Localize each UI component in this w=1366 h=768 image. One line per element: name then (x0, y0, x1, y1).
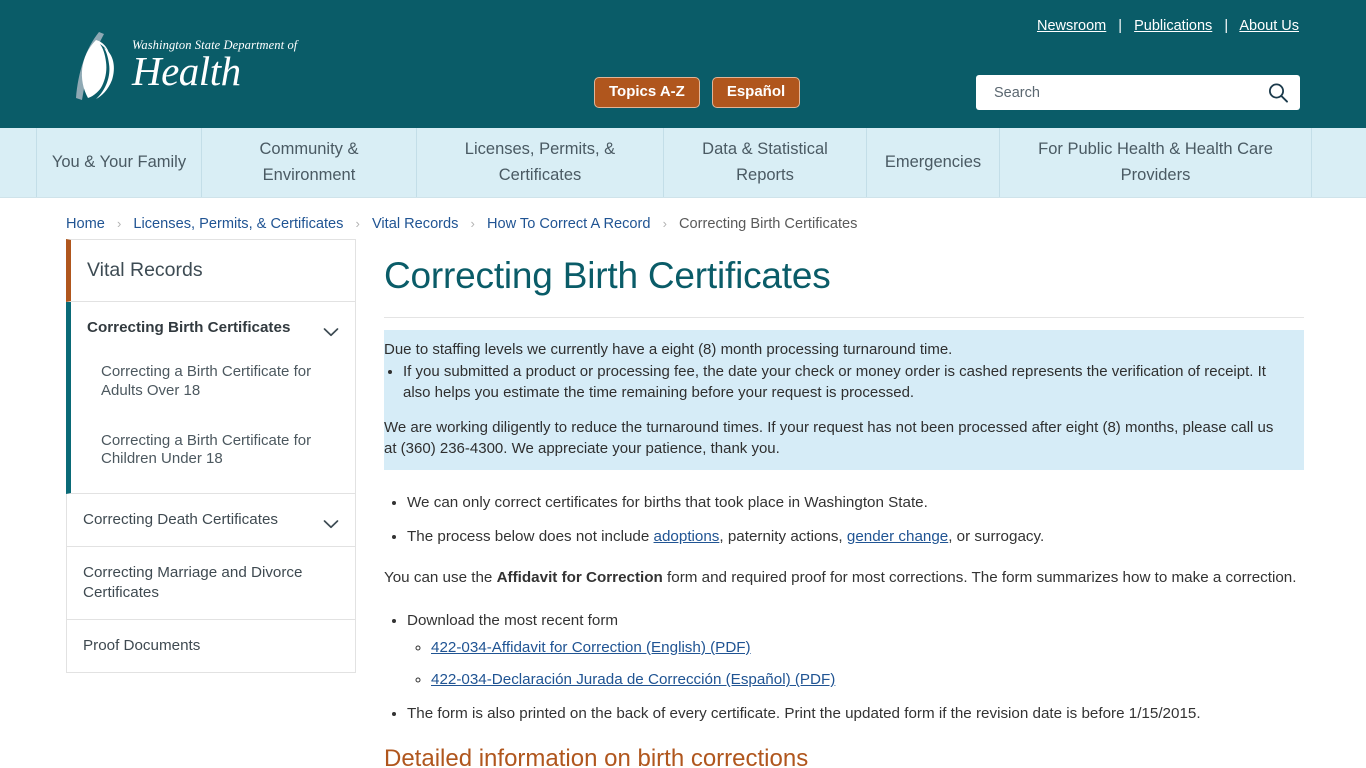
utility-links: Newsroom | Publications | About Us (1037, 18, 1299, 34)
util-link-about-us[interactable]: About Us (1239, 18, 1299, 34)
process-pre-text: The process below does not include (407, 527, 654, 545)
logo-line-2: Health (132, 48, 241, 95)
page-title: Correcting Birth Certificates (384, 255, 831, 296)
breadcrumb-separator-icon: › (470, 216, 475, 231)
doh-flame-logo-icon (66, 22, 128, 108)
breadcrumb-separator-icon: › (117, 216, 122, 231)
alert-intro-text: Due to staffing levels we currently have… (384, 341, 953, 359)
sidebar-item-label: Correcting Marriage and Divorce Certific… (83, 563, 303, 601)
chevron-down-icon[interactable] (323, 323, 339, 337)
affidavit-english-pdf-link[interactable]: 422-034-Affidavit for Correction (Englis… (431, 639, 751, 656)
sidebar-subitem-adults-over-18[interactable]: Correcting a Birth Certificate for Adult… (101, 353, 339, 410)
sidebar-item-proof-documents[interactable]: Proof Documents (66, 620, 356, 674)
nav-item-community-and-environment[interactable]: Community & Environment (202, 128, 417, 197)
bullet-washington-state-only: We can only correct certificates for bir… (407, 492, 1304, 514)
alert-closing-text: We are working diligently to reduce the … (384, 419, 1274, 458)
sidebar-block: Vital Records Correcting Birth Certifica… (66, 239, 356, 674)
affidavit-paragraph: You can use the Affidavit for Correction… (384, 567, 1304, 589)
search-box[interactable] (976, 75, 1300, 110)
sidebar-item-correcting-death-certificates[interactable]: Correcting Death Certificates (66, 493, 356, 547)
logo-text: Washington State Department of Health (132, 39, 297, 95)
util-separator: | (1224, 18, 1229, 34)
breadcrumb-item-vital-records[interactable]: Vital Records (372, 216, 459, 232)
util-separator: | (1118, 18, 1123, 34)
nav-item-data-and-statistical-reports[interactable]: Data & Statistical Reports (664, 128, 867, 197)
download-link-item: 422-034-Affidavit for Correction (Englis… (431, 637, 1304, 659)
search-input[interactable] (992, 83, 1266, 102)
bullet-download-form: Download the most recent form 422-034-Af… (407, 610, 1304, 691)
util-link-publications[interactable]: Publications (1134, 18, 1212, 34)
affidavit-spanish-pdf-link[interactable]: 422-034-Declaración Jurada de Corrección… (431, 671, 835, 688)
download-link-list: 422-034-Affidavit for Correction (Englis… (407, 637, 1304, 691)
intro-bullet-list: We can only correct certificates for bir… (384, 492, 1304, 547)
breadcrumb-item-current: Correcting Birth Certificates (678, 216, 858, 232)
topics-a-z-button[interactable]: Topics A-Z (594, 77, 700, 108)
process-mid-text: , paternity actions, (719, 527, 847, 545)
bullet-printed-note: The form is also printed on the back of … (407, 703, 1304, 725)
section-title-detailed-information: Detailed information on birth correction… (384, 745, 809, 768)
sidebar: Vital Records Correcting Birth Certifica… (66, 239, 356, 768)
search-icon[interactable] (1266, 81, 1290, 105)
affidavit-pre-text: You can use the (384, 568, 497, 586)
process-post-text: , or surrogacy. (948, 527, 1045, 545)
breadcrumb-separator-icon: › (662, 216, 667, 231)
sidebar-item-label: Correcting Death Certificates (83, 510, 278, 528)
bullet-process-exclusions: The process below does not include adopt… (407, 526, 1304, 548)
download-label: Download the most recent form (407, 612, 619, 630)
nav-item-for-public-health-providers[interactable]: For Public Health & Health Care Provider… (1000, 128, 1312, 197)
alert-bullet-item: If you submitted a product or processing… (403, 361, 1290, 403)
affidavit-bold-text: Affidavit for Correction (496, 568, 663, 586)
util-link-newsroom[interactable]: Newsroom (1037, 18, 1106, 34)
breadcrumb-separator-icon: › (355, 216, 360, 231)
download-bullet-list: Download the most recent form 422-034-Af… (384, 610, 1304, 724)
nav-item-you-and-your-family[interactable]: You & Your Family (36, 128, 202, 197)
breadcrumb-item-licenses[interactable]: Licenses, Permits, & Certificates (133, 216, 343, 232)
adoptions-link[interactable]: adoptions (654, 528, 720, 545)
gender-change-link[interactable]: gender change (847, 528, 948, 545)
site-logo[interactable]: Washington State Department of Health (66, 22, 297, 108)
download-link-item: 422-034-Declaración Jurada de Corrección… (431, 669, 1304, 691)
sidebar-subitem-children-under-18[interactable]: Correcting a Birth Certificate for Child… (101, 410, 339, 479)
main-navigation: You & Your Family Community & Environmen… (0, 128, 1366, 198)
sidebar-item-label: Proof Documents (83, 637, 201, 655)
sidebar-item-correcting-birth-certificates[interactable]: Correcting Birth Certificates (71, 302, 355, 353)
sidebar-heading-vital-records: Vital Records (66, 239, 356, 303)
nav-item-licenses-permits-certificates[interactable]: Licenses, Permits, & Certificates (417, 128, 664, 197)
alert-bullet-list: If you submitted a product or processing… (384, 361, 1290, 403)
sidebar-sublist: Correcting a Birth Certificate for Adult… (71, 353, 355, 479)
breadcrumb-item-how-to-correct-a-record[interactable]: How To Correct A Record (487, 216, 651, 232)
affidavit-post-text: form and required proof for most correct… (662, 568, 1297, 586)
sidebar-group-correcting-birth-certificates: Correcting Birth Certificates Correcting… (66, 302, 356, 494)
alert-banner: Due to staffing levels we currently have… (384, 330, 1304, 471)
page-wrapper: Vital Records Correcting Birth Certifica… (0, 232, 1366, 768)
breadcrumb-item-home[interactable]: Home (66, 216, 105, 232)
nav-item-emergencies[interactable]: Emergencies (867, 128, 1000, 197)
title-divider (384, 317, 1304, 319)
sidebar-group-label: Correcting Birth Certificates (87, 319, 291, 337)
espanol-button[interactable]: Español (711, 77, 801, 108)
header-button-group: Topics A-Z Español (594, 77, 801, 108)
sidebar-item-correcting-marriage-and-divorce-certificates[interactable]: Correcting Marriage and Divorce Certific… (66, 546, 356, 621)
alert-spacer (384, 403, 1290, 417)
breadcrumb: Home › Licenses, Permits, & Certificates… (0, 198, 1366, 232)
chevron-down-icon[interactable] (323, 515, 339, 528)
site-header: Washington State Department of Health Ne… (0, 0, 1366, 128)
main-content: Correcting Birth Certificates Due to sta… (384, 239, 1304, 768)
